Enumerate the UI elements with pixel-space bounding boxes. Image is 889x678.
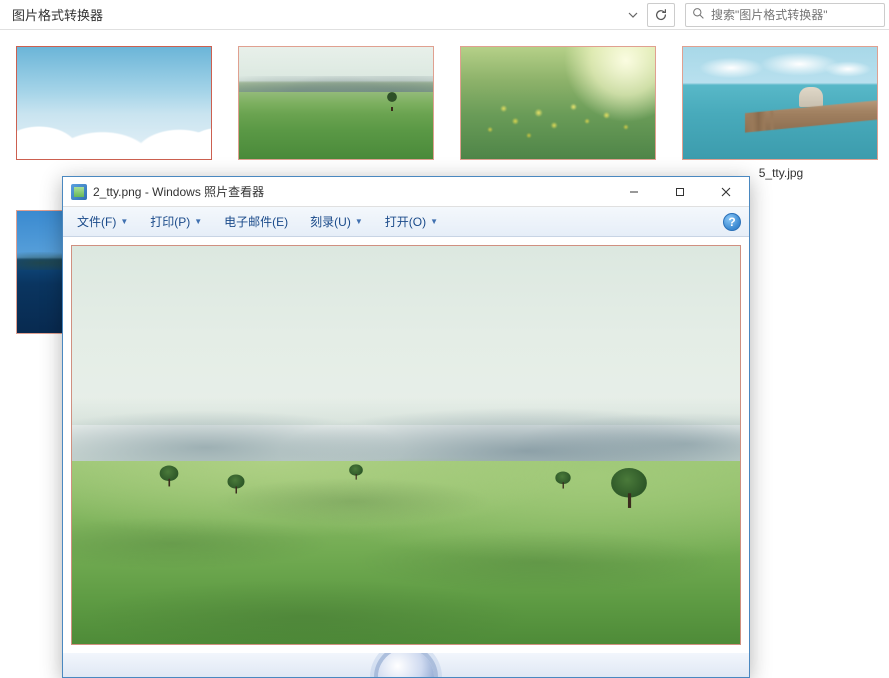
menu-print[interactable]: 打印(P) ▼ [144,210,208,233]
window-controls [611,177,749,207]
search-icon [692,7,705,23]
help-button[interactable]: ? [723,213,741,231]
thumbnail-image [16,46,212,160]
menu-label: 打印(P) [150,213,190,230]
menu-label: 文件(F) [77,213,116,230]
maximize-button[interactable] [657,177,703,207]
displayed-image [71,245,741,645]
chevron-down-icon: ▼ [355,217,363,226]
close-button[interactable] [703,177,749,207]
chevron-down-icon: ▼ [194,217,202,226]
chevron-down-icon: ▼ [120,217,128,226]
window-title: 2_tty.png - Windows 照片查看器 [93,183,611,200]
thumbnail-item[interactable] [238,46,436,180]
address-bar[interactable]: 图片格式转换器 [4,5,623,24]
refresh-button[interactable] [647,3,675,27]
menu-burn[interactable]: 刻录(U) ▼ [304,210,369,233]
explorer-top-bar: 图片格式转换器 [0,0,889,30]
menu-file[interactable]: 文件(F) ▼ [71,210,134,233]
search-bar[interactable] [685,3,885,27]
image-viewport[interactable] [63,237,749,653]
minimize-button[interactable] [611,177,657,207]
thumbnail-image [238,46,434,160]
search-input[interactable] [711,8,878,22]
thumbnail-item[interactable] [16,46,214,180]
menu-label: 刻录(U) [310,213,351,230]
window-titlebar[interactable]: 2_tty.png - Windows 照片查看器 [63,177,749,207]
chevron-down-icon: ▼ [430,217,438,226]
menu-label: 电子邮件(E) [224,213,288,230]
thumbnail-image [682,46,878,160]
menu-open[interactable]: 打开(O) ▼ [379,210,444,233]
menu-bar: 文件(F) ▼ 打印(P) ▼ 电子邮件(E) 刻录(U) ▼ 打开(O) ▼ … [63,207,749,237]
photo-viewer-window: 2_tty.png - Windows 照片查看器 文件(F) ▼ 打印(P) … [62,176,750,678]
viewer-toolbar [63,653,749,677]
thumbnail-item[interactable]: 5_tty.jpg [682,46,880,180]
menu-label: 打开(O) [385,213,426,230]
address-dropdown[interactable] [623,10,643,20]
help-icon: ? [728,215,735,229]
menu-email[interactable]: 电子邮件(E) [218,210,294,233]
app-icon [71,184,87,200]
thumbnail-item[interactable] [460,46,658,180]
folder-name: 图片格式转换器 [12,5,103,24]
slideshow-button[interactable] [378,653,434,677]
thumbnail-image [460,46,656,160]
